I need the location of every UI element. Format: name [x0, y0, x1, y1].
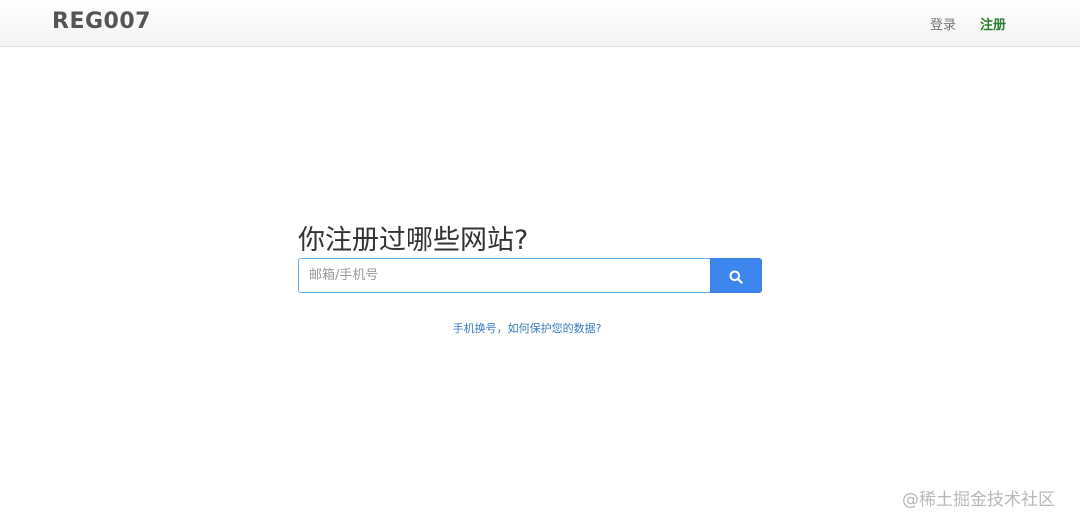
- search-button[interactable]: [710, 258, 762, 293]
- navbar: REG007 登录 注册: [0, 0, 1080, 47]
- search-input[interactable]: [298, 258, 711, 293]
- privacy-help-link[interactable]: 手机换号，如何保护您的数据?: [0, 320, 1054, 336]
- watermark: @稀土掘金技术社区: [902, 490, 1055, 510]
- brand-logo[interactable]: REG007: [52, 9, 151, 34]
- page-heading: 你注册过哪些网站?: [298, 225, 529, 256]
- register-link[interactable]: 注册: [980, 14, 1006, 33]
- login-link[interactable]: 登录: [930, 14, 956, 33]
- search-form: [298, 258, 762, 293]
- search-icon: [729, 270, 743, 284]
